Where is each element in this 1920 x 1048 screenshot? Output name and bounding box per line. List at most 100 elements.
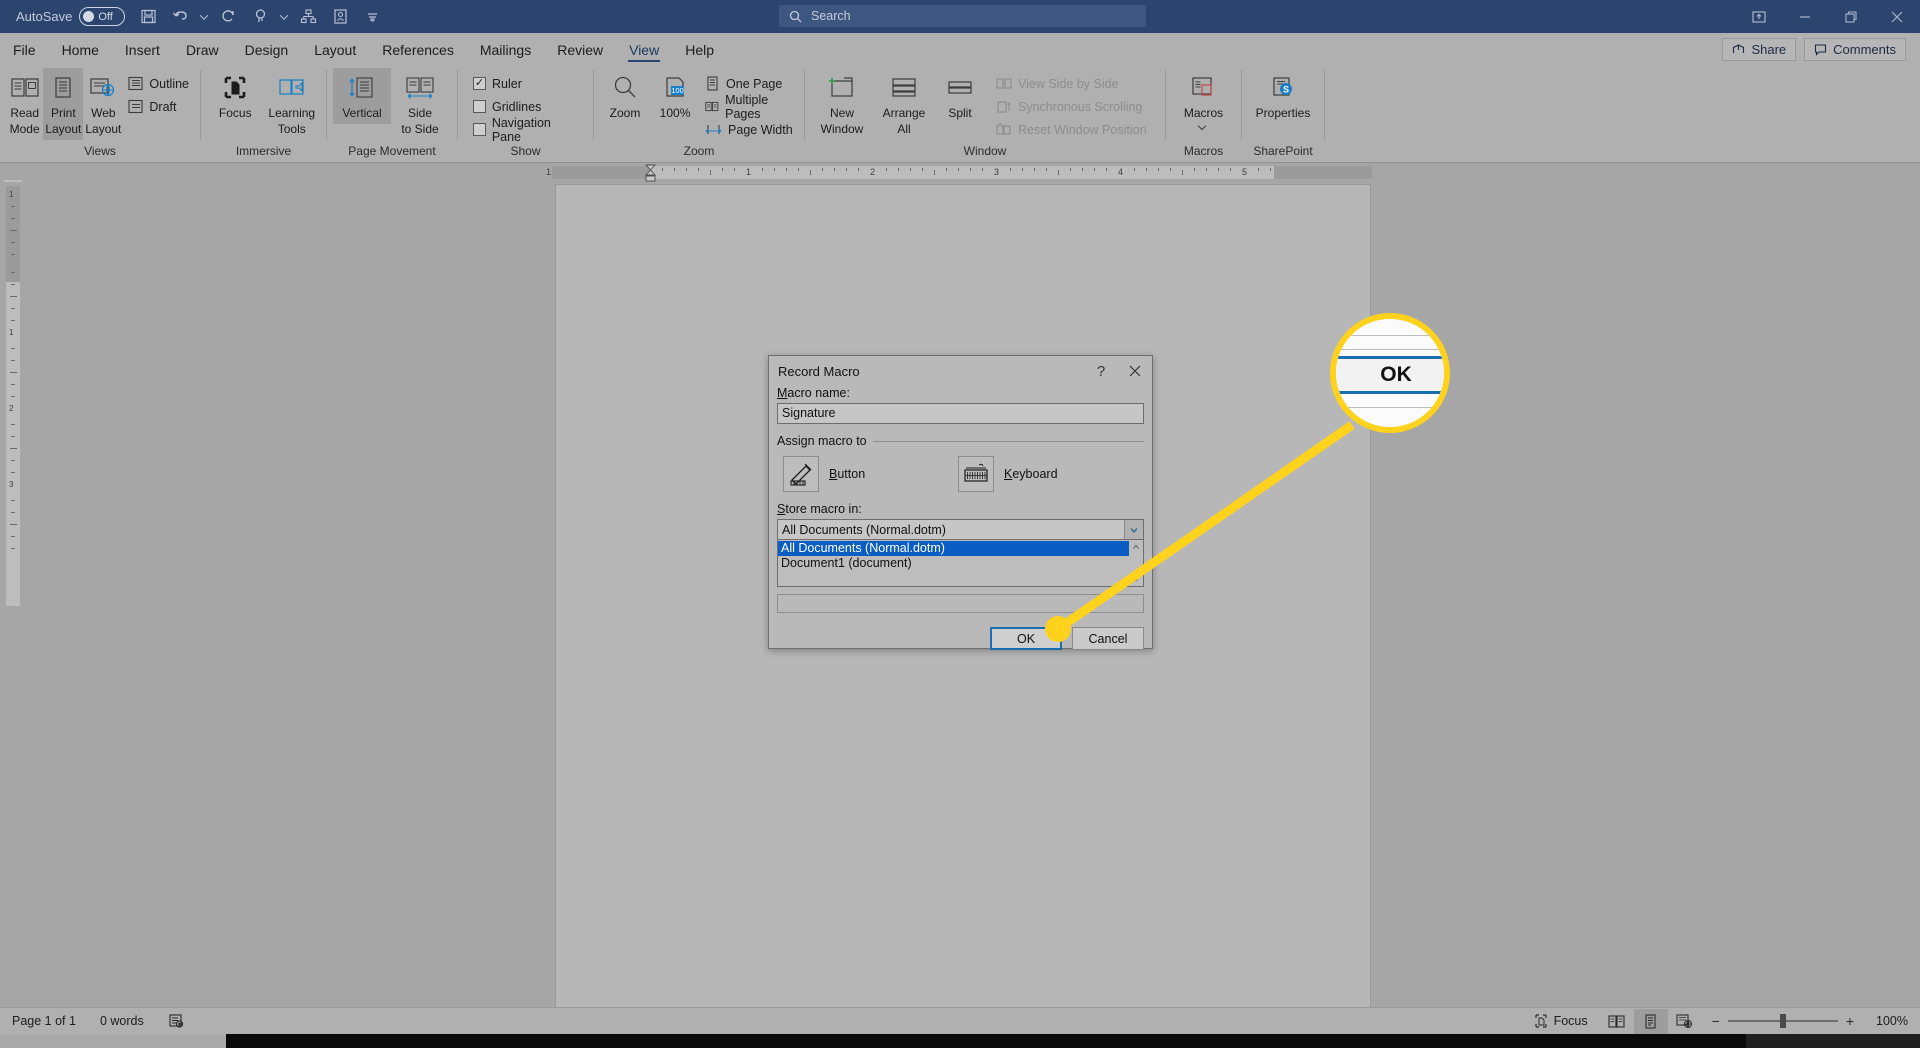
web-layout-label-2: Layout xyxy=(85,121,122,136)
word-count[interactable]: 0 words xyxy=(88,1008,156,1035)
macros-button[interactable]: Macros xyxy=(1175,68,1233,134)
ruler-tick-label: 1 xyxy=(546,167,552,177)
chevron-down-icon[interactable] xyxy=(1124,520,1143,539)
indent-marker[interactable] xyxy=(644,164,657,182)
side-to-side-button[interactable]: Side to Side xyxy=(391,68,449,140)
ok-button[interactable]: OK xyxy=(990,627,1062,650)
dropdown-option-all-documents[interactable]: All Documents (Normal.dotm) xyxy=(778,541,1129,556)
web-layout-button[interactable]: Web Layout xyxy=(83,68,123,140)
comments-button[interactable]: Comments xyxy=(1804,38,1906,61)
assign-to-keyboard-icon[interactable] xyxy=(958,456,994,492)
proofing-errors-icon[interactable] xyxy=(156,1008,196,1035)
learning-tools-button[interactable]: Learning Tools xyxy=(264,68,321,140)
reset-window-position-button[interactable]: Reset Window Position xyxy=(991,118,1152,141)
tab-layout[interactable]: Layout xyxy=(301,36,369,64)
multiple-pages-button[interactable]: Multiple Pages xyxy=(700,93,798,121)
web-layout-view-button[interactable] xyxy=(1668,1009,1702,1034)
taskbar-left-segment xyxy=(0,1034,226,1048)
print-layout-view-button[interactable] xyxy=(1633,1008,1668,1034)
ribbon-group-immersive: Focus Learning Tools Immersive xyxy=(201,64,326,162)
page-width-button[interactable]: Page Width xyxy=(700,118,798,141)
draft-button[interactable]: Draft xyxy=(123,95,194,118)
store-macro-dropdown-list[interactable]: All Documents (Normal.dotm) Document1 (d… xyxy=(777,540,1144,587)
right-margin-region xyxy=(1274,166,1372,179)
taskbar-main-segment xyxy=(226,1034,1746,1048)
scroll-up-icon[interactable] xyxy=(1129,540,1143,554)
assign-to-button-icon[interactable] xyxy=(783,456,819,492)
zoom-slider[interactable]: − + xyxy=(1702,1013,1864,1029)
outline-button[interactable]: Outline xyxy=(123,72,194,95)
tab-insert[interactable]: Insert xyxy=(112,36,173,64)
search-input[interactable]: Search xyxy=(779,5,1146,27)
print-layout-label-1: Print xyxy=(51,106,76,120)
zoom-out-button[interactable]: − xyxy=(1712,1013,1720,1029)
arrange-all-button[interactable]: Arrange All xyxy=(873,68,935,140)
print-layout-button[interactable]: Print Layout xyxy=(43,68,84,140)
dropdown-option-document1[interactable]: Document1 (document) xyxy=(778,556,1129,571)
taskbar-right-segment xyxy=(1746,1034,1920,1048)
cancel-button[interactable]: Cancel xyxy=(1072,627,1144,650)
focus-button[interactable]: Focus xyxy=(1522,1008,1600,1035)
page-indicator[interactable]: Page 1 of 1 xyxy=(0,1008,88,1035)
web-layout-icon xyxy=(88,71,118,105)
view-side-by-side-label: View Side by Side xyxy=(1018,76,1119,91)
split-button[interactable]: Split xyxy=(935,68,985,124)
learning-tools-label-2: Tools xyxy=(277,121,306,136)
tab-design[interactable]: Design xyxy=(232,36,302,64)
side-to-side-icon xyxy=(404,71,436,105)
read-mode-button[interactable]: Read Mode xyxy=(6,68,43,140)
ribbon-group-page-movement: Vertical Side to Side Page Movement xyxy=(327,64,457,162)
restore-button[interactable] xyxy=(1828,0,1874,33)
scroll-down-icon[interactable] xyxy=(1129,572,1143,586)
new-window-button[interactable]: New Window xyxy=(811,68,873,140)
zoom-100-button[interactable]: 100 100% xyxy=(650,68,700,124)
zoom-track[interactable] xyxy=(1727,1014,1838,1028)
share-button[interactable]: Share xyxy=(1722,38,1797,61)
synchronous-scrolling-button[interactable]: Synchronous Scrolling xyxy=(991,95,1152,118)
svg-text:S: S xyxy=(1283,85,1289,95)
tab-help[interactable]: Help xyxy=(672,36,727,64)
status-bar-right: Focus − + 100% xyxy=(1522,1008,1920,1035)
tab-bar-right-actions: Share Comments xyxy=(1722,38,1920,64)
share-icon xyxy=(1733,44,1745,53)
tab-draw[interactable]: Draw xyxy=(173,36,232,64)
help-button[interactable]: ? xyxy=(1084,357,1118,385)
ribbon-group-views: Read Mode Print Layout Web Layout Outlin… xyxy=(0,64,200,162)
zoom-level[interactable]: 100% xyxy=(1864,1008,1920,1035)
tab-home[interactable]: Home xyxy=(49,36,112,64)
tab-review[interactable]: Review xyxy=(544,36,616,64)
focus-icon xyxy=(1534,1014,1547,1028)
read-mode-view-button[interactable] xyxy=(1600,1009,1634,1034)
ruler-checkbox[interactable]: ✓ Ruler xyxy=(468,72,587,95)
vertical-ruler[interactable]: 1 1 2 3 xyxy=(6,186,20,606)
tab-view[interactable]: View xyxy=(616,36,672,64)
zoom-in-button[interactable]: + xyxy=(1846,1013,1854,1029)
macro-name-input[interactable]: Signature xyxy=(777,403,1144,424)
vertical-button[interactable]: Vertical xyxy=(333,68,391,124)
navigation-pane-checkbox[interactable]: Navigation Pane xyxy=(468,116,587,144)
tab-mailings[interactable]: Mailings xyxy=(467,36,544,64)
assign-keyboard-option[interactable]: Keyboard xyxy=(958,456,1058,492)
tab-file[interactable]: File xyxy=(0,36,49,64)
gridlines-label: Gridlines xyxy=(492,99,542,114)
close-icon[interactable] xyxy=(1118,357,1152,385)
close-button[interactable] xyxy=(1874,0,1920,33)
view-side-by-side-button[interactable]: View Side by Side xyxy=(991,72,1152,95)
ruler-tick-label: 3 xyxy=(9,480,14,489)
left-margin-region xyxy=(552,166,650,179)
draft-label: Draft xyxy=(149,99,177,114)
properties-button[interactable]: S Properties xyxy=(1248,68,1318,124)
chevron-down-icon[interactable] xyxy=(1199,122,1208,131)
minimize-button[interactable] xyxy=(1782,0,1828,33)
store-macro-combobox[interactable]: All Documents (Normal.dotm) xyxy=(777,519,1144,540)
assign-button-option[interactable]: Button xyxy=(783,456,958,492)
assign-button-label: Button xyxy=(829,467,866,481)
zoom-thumb[interactable] xyxy=(1779,1014,1786,1028)
description-field[interactable] xyxy=(777,594,1144,613)
zoom-button[interactable]: Zoom xyxy=(600,68,650,124)
dropdown-scrollbar[interactable] xyxy=(1129,540,1143,586)
tab-references[interactable]: References xyxy=(369,36,467,64)
horizontal-ruler[interactable]: 1 1 2 3 4 5 xyxy=(0,164,1920,182)
focus-button[interactable]: Focus xyxy=(207,68,264,124)
ribbon-display-options-button[interactable] xyxy=(1736,0,1782,33)
